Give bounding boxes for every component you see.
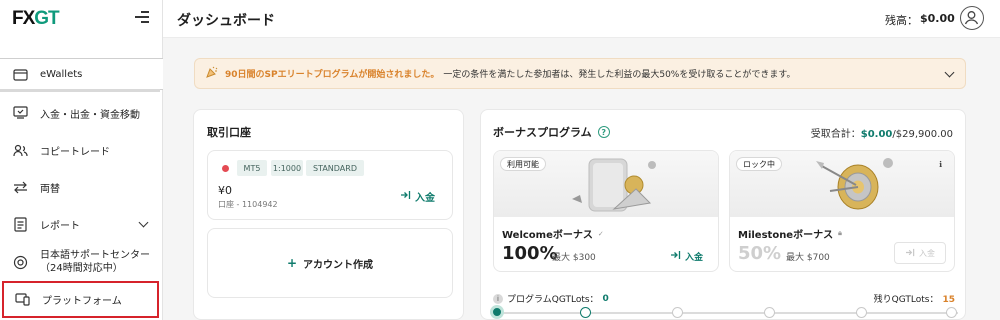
create-account-button[interactable]: + アカウント作成 [207,228,453,298]
account-balance: ¥0 [218,184,232,197]
info-icon[interactable]: i [493,293,503,304]
promo-banner[interactable]: 90日間のSPエリートプログラムが開始されました。 一定の条件を満たした参加者は… [194,58,966,89]
progress-track [496,312,958,314]
report-icon [12,216,28,232]
welcome-bonus-card[interactable]: 利用可能 Welcomeボーナス ✓ 100% 最大 $300 入金 [493,150,719,272]
bonus-name: Welcomeボーナス ✓ [502,229,604,242]
sidebar-item-label: レポート [40,220,80,232]
deposit-button[interactable]: 入金 [400,189,435,204]
status-dot [222,165,229,172]
progress-node [946,307,957,318]
sidebar-item-support[interactable]: 日本語サポートセンター （24時間対応中） [0,244,163,280]
trading-accounts-card: 取引口座 MT5 1:1000 STANDARD ¥0 口座 - 1104942… [193,109,464,320]
plus-icon: + [286,256,298,270]
sidebar: FXGT eWallets 入金・出金・資金移動 コピートレード 両替 レポート [0,0,163,320]
sidebar-item-label: 入金・出金・資金移動 [40,109,140,121]
progress-node [490,305,504,319]
sidebar-item-copytrade[interactable]: コピートレード [0,137,163,163]
progress-node [580,307,591,318]
sidebar-item-platform[interactable]: プラットフォーム [2,281,159,318]
section-title: 取引口座 [207,126,251,139]
sidebar-item-label: コピートレード [40,146,110,158]
sidebar-item-funds[interactable]: 入金・出金・資金移動 [0,100,163,126]
sidebar-item-ewallets[interactable]: eWallets [0,58,163,90]
menu-toggle-icon[interactable] [135,11,149,25]
platform-tag: MT5 [237,160,267,176]
sidebar-item-exchange[interactable]: 両替 [0,174,163,200]
wallet-icon [12,66,28,82]
banner-text: 一定の条件を満たした参加者は、発生した利益の最大50%を受け取ることができます。 [443,70,796,80]
login-arrow-icon [905,248,916,259]
users-icon [12,142,28,158]
page-title: ダッシュボード [177,13,275,29]
progress-node [672,307,683,318]
sidebar-item-label: eWallets [40,68,83,80]
remaining-label: 残りQGTLots： [873,295,939,305]
account-item[interactable]: MT5 1:1000 STANDARD ¥0 口座 - 1104942 入金 [207,150,453,220]
qgt-progress-row: i プログラムQGTLots： 0 残りQGTLots： 15 [493,292,955,306]
check-icon: ✓ [597,229,604,238]
sidebar-item-label: 日本語サポートセンター （24時間対応中） [40,250,150,274]
bonus-percent: 100% [502,243,558,264]
progress-node [764,307,775,318]
transfer-icon [12,105,28,121]
section-title: ボーナスプログラム ? [493,124,610,140]
sidebar-item-label: プラットフォーム [42,296,122,307]
sidebar-item-label: 両替 [40,183,60,195]
balance-label: 残高： [885,14,918,27]
balance-value: $0.00 [920,12,955,25]
progress-value: 0 [602,293,609,304]
divider [0,89,160,92]
chevron-down-icon[interactable] [138,217,149,228]
sidebar-item-reports[interactable]: レポート [0,211,163,237]
milestone-bonus-card[interactable]: ロック中 ℹ Milestoneボーナス 🔒︎ 50% 最大 $700 入金 [729,150,955,272]
locked-badge: ロック中 [736,157,782,171]
fxgt-logo[interactable]: FXGT [12,8,60,30]
remaining-value: 15 [942,295,955,305]
banner-highlight: 90日間のSPエリートプログラムが開始されました。 [225,70,440,80]
info-icon[interactable]: ℹ [935,159,946,170]
login-arrow-icon [400,190,412,203]
bonus-max: 最大 $700 [786,253,830,263]
login-arrow-icon [670,250,682,263]
deposit-button[interactable]: 入金 [670,250,703,263]
party-icon [205,65,219,82]
bonus-total: 受取合計：$0.00/$29,900.00 [810,129,953,140]
bonus-program-card: ボーナスプログラム ? 受取合計：$0.00/$29,900.00 利用可能 W… [480,109,966,320]
exchange-icon [12,179,28,195]
platform-icon [14,292,30,308]
account-number: 口座 - 1104942 [218,200,278,209]
progress-node [856,307,867,318]
chevron-down-icon[interactable] [944,67,955,78]
progress-label: プログラムQGTLots： [507,295,599,305]
help-icon[interactable]: ? [597,126,610,138]
lock-icon: 🔒︎ [838,229,842,237]
user-avatar-icon[interactable] [960,6,984,30]
bonus-percent: 50% [738,243,782,264]
bonus-name: Milestoneボーナス 🔒︎ [738,229,842,241]
top-header: ダッシュボード 残高： $0.00 [163,0,1000,38]
account-type-tag: STANDARD [306,160,364,176]
deposit-button-disabled: 入金 [894,242,946,264]
leverage-tag: 1:1000 [271,160,303,176]
support-icon [12,254,28,270]
available-badge: 利用可能 [500,157,546,171]
bonus-max: 最大 $300 [552,253,596,263]
